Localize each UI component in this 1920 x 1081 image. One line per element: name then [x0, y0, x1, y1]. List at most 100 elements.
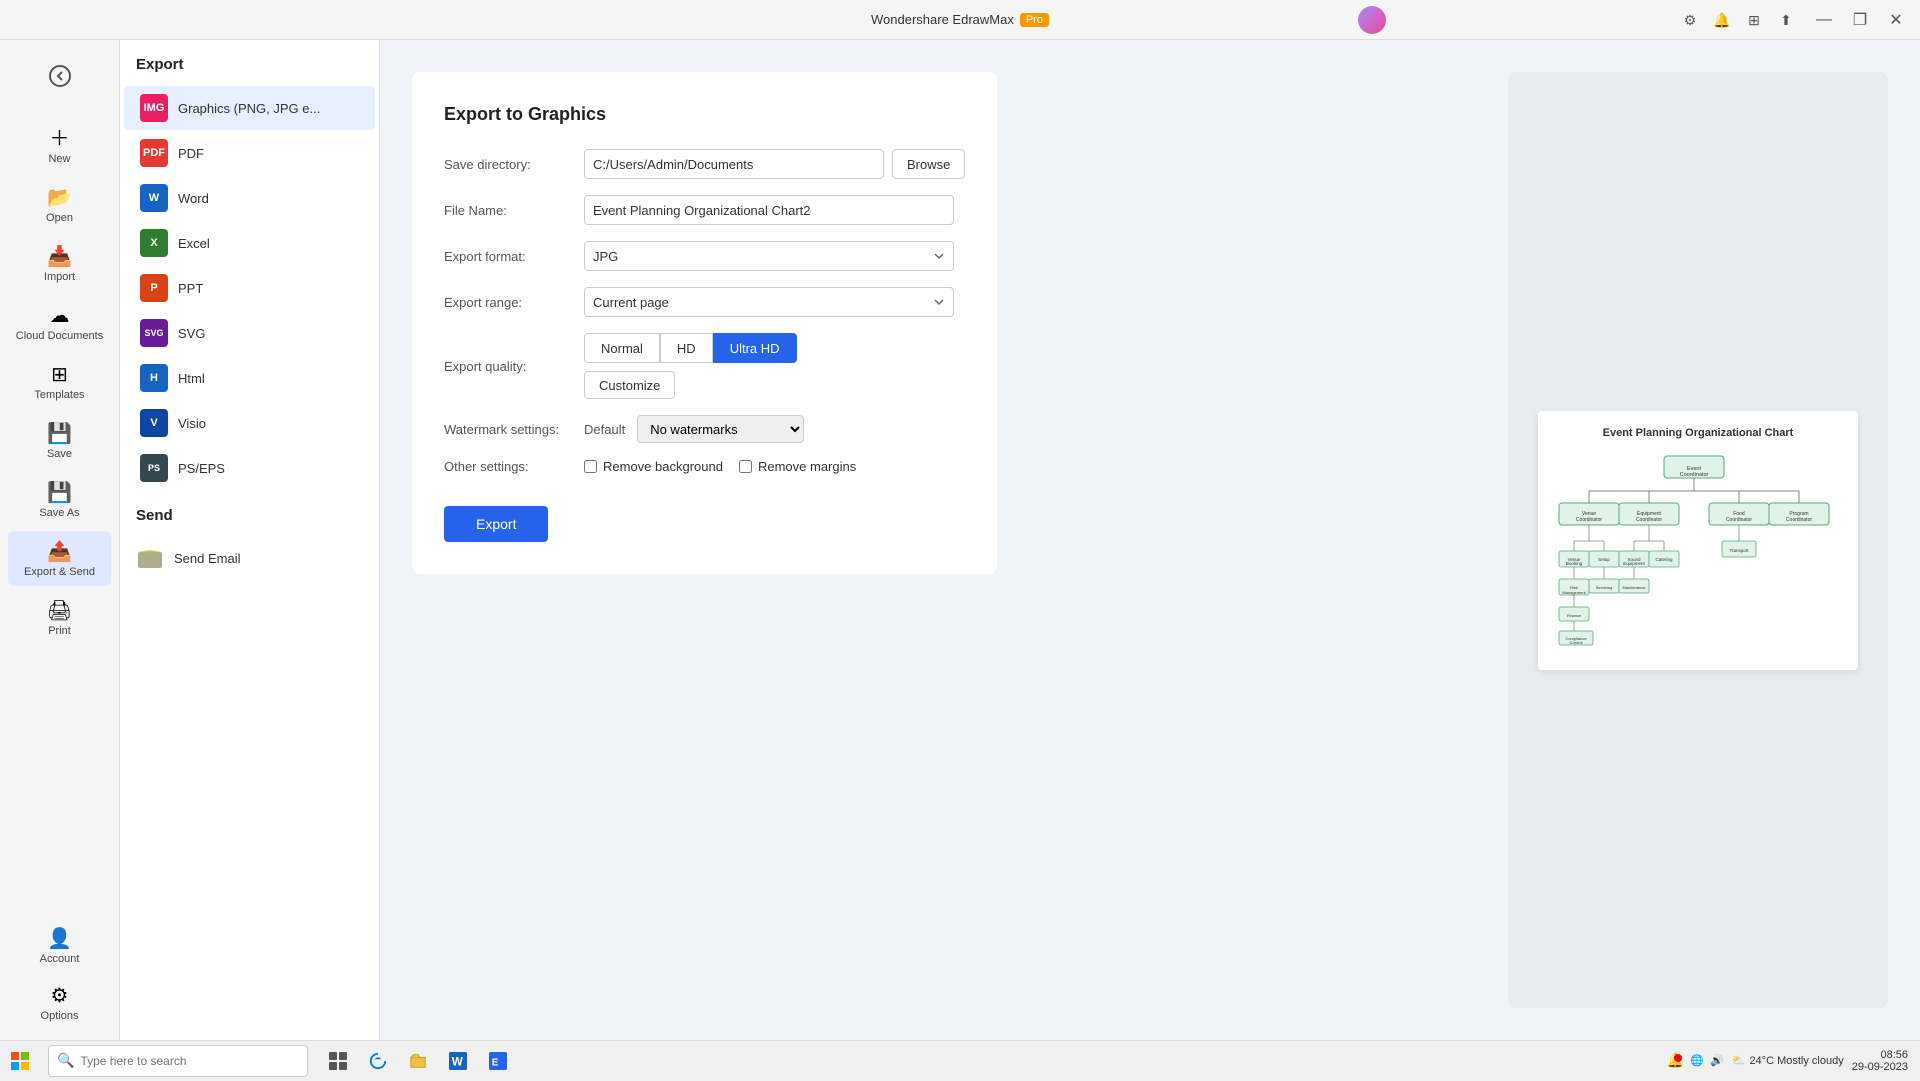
export-button[interactable]: Export	[444, 506, 548, 542]
export-item-ppt[interactable]: P PPT	[124, 266, 375, 310]
sidebar-item-account[interactable]: 👤 Account	[8, 918, 111, 973]
start-button[interactable]	[0, 1041, 40, 1081]
edge-app[interactable]	[360, 1043, 396, 1079]
cloud-icon: ☁	[50, 303, 70, 328]
save-directory-input[interactable]	[584, 149, 884, 179]
sidebar-item-save[interactable]: 💾 Save	[8, 413, 111, 468]
new-icon: ＋	[50, 122, 70, 151]
export-button-row: Export	[444, 490, 965, 542]
sidebar-item-cloud-label: Cloud Documents	[16, 330, 103, 342]
sidebar-item-import-label: Import	[44, 271, 75, 283]
export-range-control: Current page All pages Selected pages	[584, 287, 965, 317]
browse-button[interactable]: Browse	[892, 149, 965, 179]
sidebar-item-export-label: Export & Send	[24, 566, 95, 578]
other-settings-row: Other settings: Remove background Remove…	[444, 459, 965, 474]
ppt-file-icon: P	[140, 274, 168, 302]
svg-text:Servicing: Servicing	[1596, 585, 1612, 590]
export-item-word[interactable]: W Word	[124, 176, 375, 220]
export-item-svg[interactable]: SVG SVG	[124, 311, 375, 355]
remove-background-checkbox[interactable]: Remove background	[584, 459, 723, 474]
sidebar-item-account-label: Account	[40, 953, 80, 965]
bell-icon[interactable]: 🔔	[1708, 6, 1736, 34]
send-email-item[interactable]: Send Email	[120, 536, 379, 580]
clock-display[interactable]: 08:56 29-09-2023	[1852, 1049, 1908, 1073]
svg-text:Coordinator: Coordinator	[1576, 517, 1602, 523]
account-icon: 👤	[47, 926, 72, 951]
titlebar: Wondershare EdrawMax Pro ⚙ 🔔 ⊞ ⬆ — ❐ ✕	[0, 0, 1920, 40]
sidebar-item-options-label: Options	[41, 1010, 79, 1022]
app-sidebar: ＋ New 📂 Open 📥 Import ☁ Cloud Documents …	[0, 40, 120, 1040]
restore-button[interactable]: ❐	[1846, 6, 1874, 34]
sidebar-item-save-as[interactable]: 💾 Save As	[8, 472, 111, 527]
taskview-app[interactable]	[320, 1043, 356, 1079]
export-format-label: Export format:	[444, 249, 584, 264]
sidebar-item-new[interactable]: ＋ New	[8, 114, 111, 173]
export-format-control: JPG PNG BMP TIFF SVG	[584, 241, 965, 271]
word-app[interactable]: W	[440, 1043, 476, 1079]
other-settings-label: Other settings:	[444, 459, 584, 474]
taskbar-search-input[interactable]	[80, 1054, 299, 1068]
network-icon[interactable]: 🌐	[1690, 1054, 1704, 1067]
date-text: 29-09-2023	[1852, 1061, 1908, 1073]
export-format-select[interactable]: JPG PNG BMP TIFF SVG	[584, 241, 954, 271]
minimize-button[interactable]: —	[1810, 6, 1838, 34]
remove-margins-input[interactable]	[739, 460, 752, 473]
svg-text:Coordinator: Coordinator	[1726, 517, 1752, 523]
time-text: 08:56	[1852, 1049, 1908, 1061]
taskbar-search-box[interactable]: 🔍	[48, 1045, 308, 1077]
export-item-graphics[interactable]: IMG Graphics (PNG, JPG e...	[124, 86, 375, 130]
sidebar-item-options[interactable]: ⚙ Options	[8, 975, 111, 1030]
sidebar-item-templates[interactable]: ⊞ Templates	[8, 354, 111, 409]
explorer-app[interactable]	[400, 1043, 436, 1079]
app-title: Wondershare EdrawMax	[871, 12, 1014, 27]
quality-hd-button[interactable]: HD	[660, 333, 713, 363]
file-name-input[interactable]	[584, 195, 954, 225]
sidebar-item-save-as-label: Save As	[39, 507, 79, 519]
edrawmax-app[interactable]: E	[480, 1043, 516, 1079]
export-item-pdf[interactable]: PDF PDF	[124, 131, 375, 175]
sidebar-item-import[interactable]: 📥 Import	[8, 236, 111, 291]
close-button[interactable]: ✕	[1882, 6, 1910, 34]
file-name-row: File Name:	[444, 195, 965, 225]
remove-margins-checkbox[interactable]: Remove margins	[739, 459, 856, 474]
chart-preview-panel: Event Planning Organizational Chart Even…	[1508, 72, 1888, 1008]
sidebar-item-cloud[interactable]: ☁ Cloud Documents	[8, 295, 111, 350]
sidebar-item-export-send[interactable]: 📤 Export & Send	[8, 531, 111, 586]
visio-item-label: Visio	[178, 416, 206, 431]
notification-badge[interactable]: 🔔	[1667, 1052, 1684, 1069]
word-file-icon: W	[140, 184, 168, 212]
remove-background-input[interactable]	[584, 460, 597, 473]
upload-icon[interactable]: ⬆	[1772, 6, 1800, 34]
quality-normal-button[interactable]: Normal	[584, 333, 660, 363]
titlebar-icons: ⚙ 🔔 ⊞ ⬆	[1676, 0, 1800, 40]
main-content: Export to Graphics Save directory: Brows…	[380, 40, 1920, 1040]
html-file-icon: H	[140, 364, 168, 392]
quality-group: Normal HD Ultra HD	[584, 333, 965, 363]
volume-icon[interactable]: 🔊	[1710, 1054, 1724, 1067]
grid-icon[interactable]: ⊞	[1740, 6, 1768, 34]
settings-icon[interactable]: ⚙	[1676, 6, 1704, 34]
save-directory-control: Browse	[584, 149, 965, 179]
export-item-html[interactable]: H Html	[124, 356, 375, 400]
save-icon: 💾	[47, 421, 72, 446]
remove-background-label: Remove background	[603, 459, 723, 474]
taskbar-sys-icons: 🔔 🌐 🔊	[1667, 1052, 1724, 1069]
customize-button[interactable]: Customize	[584, 371, 675, 399]
export-item-excel[interactable]: X Excel	[124, 221, 375, 265]
back-button[interactable]	[40, 56, 80, 96]
export-section-title: Export	[120, 56, 379, 85]
svg-text:Catering: Catering	[1655, 557, 1673, 562]
send-email-icon	[136, 544, 164, 572]
export-item-pseps[interactable]: PS PS/EPS	[124, 446, 375, 490]
search-icon: 🔍	[57, 1052, 74, 1069]
quality-ultrahd-button[interactable]: Ultra HD	[713, 333, 797, 363]
export-quality-label: Export quality:	[444, 359, 584, 374]
export-item-visio[interactable]: V Visio	[124, 401, 375, 445]
watermark-select[interactable]: No watermarks EdrawMax Watermark	[637, 415, 804, 443]
svg-text:Booking: Booking	[1566, 561, 1583, 566]
sidebar-item-print[interactable]: 🖨 Print	[8, 590, 111, 645]
sidebar-item-open[interactable]: 📂 Open	[8, 177, 111, 232]
export-range-select[interactable]: Current page All pages Selected pages	[584, 287, 954, 317]
save-directory-label: Save directory:	[444, 157, 584, 172]
svg-text:Setup: Setup	[1598, 557, 1610, 562]
